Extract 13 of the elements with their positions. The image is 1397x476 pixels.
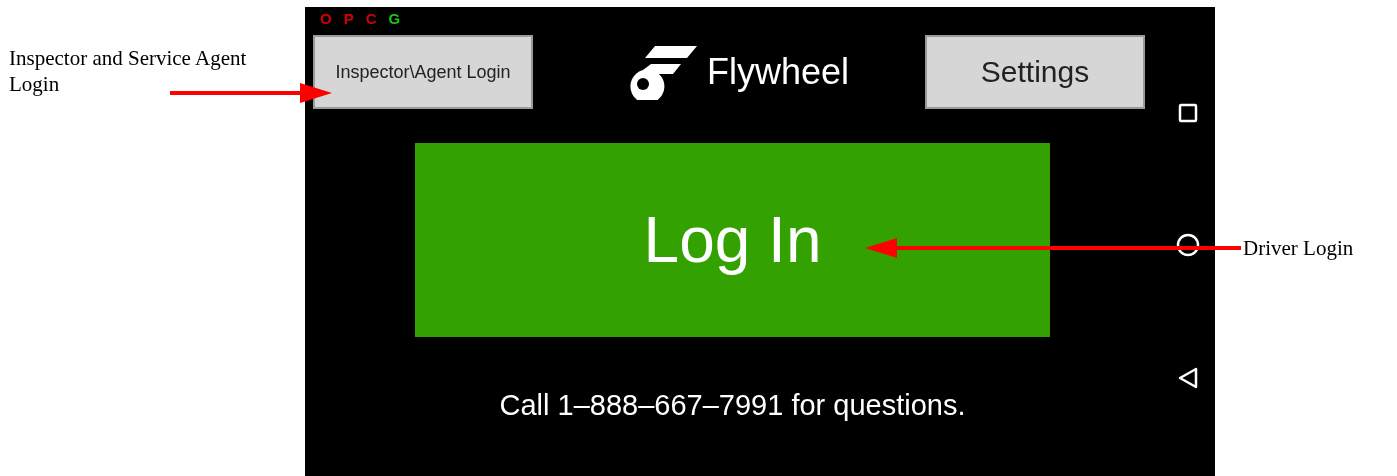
status-indicator: P bbox=[343, 10, 354, 29]
status-indicator: G bbox=[388, 10, 401, 29]
recents-icon[interactable] bbox=[1177, 103, 1198, 123]
status-indicator: C bbox=[365, 10, 377, 29]
settings-button[interactable]: Settings bbox=[925, 35, 1145, 109]
annotation-label: Driver Login bbox=[1243, 236, 1354, 260]
inspector-login-button[interactable]: Inspector\Agent Login bbox=[313, 35, 533, 109]
back-icon[interactable] bbox=[1176, 367, 1199, 389]
status-indicator: O bbox=[320, 10, 332, 29]
annotation-label: Inspector and Service Agent Login bbox=[9, 45, 248, 98]
help-text: Call 1–888–667–7991 for questions. bbox=[499, 389, 966, 422]
home-icon[interactable] bbox=[1175, 233, 1200, 257]
brand-name: Flywheel bbox=[706, 51, 850, 93]
